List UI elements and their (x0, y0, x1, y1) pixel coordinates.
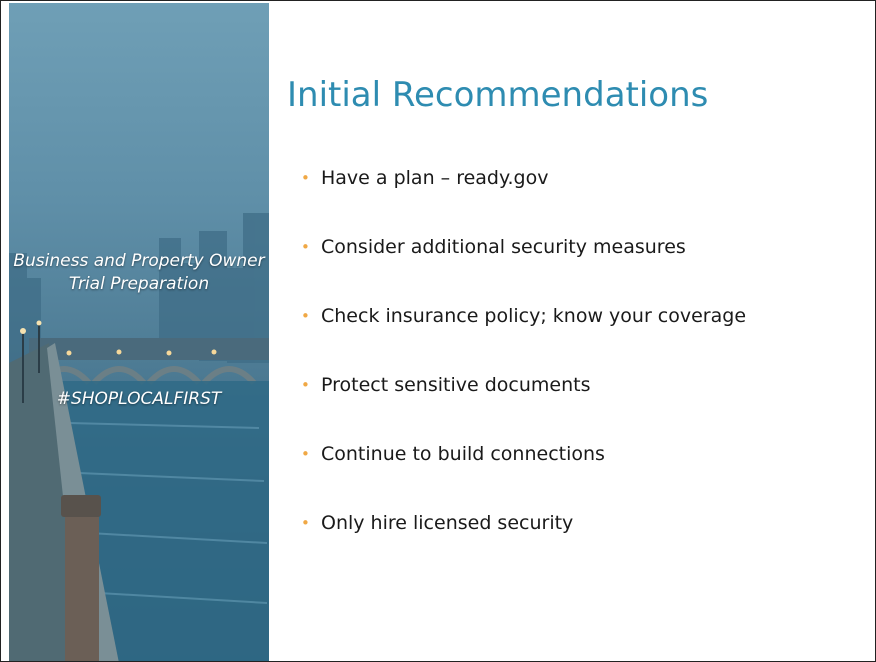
list-item: • Have a plan – ready.gov (301, 166, 746, 235)
list-item: • Protect sensitive documents (301, 373, 746, 442)
bullet-dot-icon: • (301, 376, 310, 394)
bullet-dot-icon: • (301, 445, 310, 463)
city-river-photo (9, 213, 269, 661)
list-item-text: Check insurance policy; know your covera… (321, 305, 747, 327)
list-item: • Continue to build connections (301, 442, 746, 511)
list-item: • Consider additional security measures (301, 235, 746, 304)
recommendation-list: • Have a plan – ready.gov • Consider add… (301, 166, 746, 580)
bullet-dot-icon: • (301, 238, 310, 256)
bullet-dot-icon: • (301, 169, 310, 187)
list-item-text: Only hire licensed security (321, 512, 574, 534)
slide-title: Initial Recommendations (287, 75, 709, 115)
side-panel-hashtag: #SHOPLOCALFIRST (56, 389, 222, 409)
list-item: • Only hire licensed security (301, 511, 746, 580)
slide: Business and Property Owner Trial Prepar… (0, 0, 876, 662)
bullet-dot-icon: • (301, 307, 310, 325)
railing-post (61, 495, 101, 517)
list-item-text: Consider additional security measures (321, 236, 686, 258)
list-item: • Check insurance policy; know your cove… (301, 304, 746, 373)
list-item-text: Continue to build connections (321, 443, 605, 465)
list-item-text: Have a plan – ready.gov (321, 167, 549, 189)
side-panel-image: Business and Property Owner Trial Prepar… (9, 3, 269, 661)
list-item-text: Protect sensitive documents (321, 374, 591, 396)
bullet-dot-icon: • (301, 514, 310, 532)
side-panel-title: Business and Property Owner Trial Prepar… (13, 251, 265, 294)
